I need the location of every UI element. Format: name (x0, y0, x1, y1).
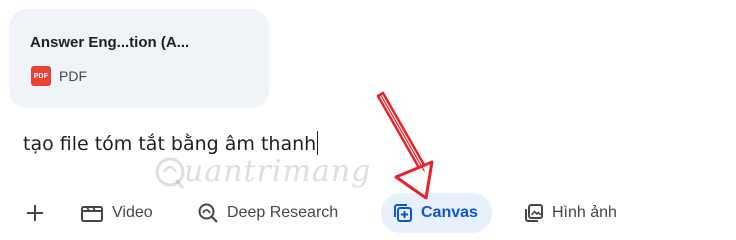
text-caret (317, 131, 319, 155)
canvas-label: Canvas (421, 204, 478, 221)
image-label: Hình ảnh (552, 204, 617, 221)
red-arrow-annotation (376, 91, 434, 200)
pdf-icon: PDF (31, 66, 51, 86)
image-icon (525, 204, 543, 222)
image-button[interactable]: Hình ảnh (524, 193, 617, 233)
video-button[interactable]: Video (80, 193, 153, 233)
watermark-text: uantrimang (184, 154, 372, 189)
deep-research-label: Deep Research (227, 204, 339, 221)
prompt-text: tạo file tóm tắt bằng âm thanh (23, 133, 317, 155)
attachment-card[interactable]: Answer Eng...tion (A... PDF PDF (9, 9, 269, 108)
attachment-file-type: PDF (59, 68, 87, 84)
video-icon (81, 206, 103, 222)
prompt-input[interactable]: tạo file tóm tắt bằng âm thanh (23, 131, 319, 155)
watermark-logo-icon (155, 157, 185, 189)
add-button[interactable] (22, 193, 48, 233)
toolbar: Video Deep Research Canvas Hình ảnh (0, 193, 736, 233)
deep-research-button[interactable]: Deep Research (197, 193, 338, 233)
deep-research-icon (198, 203, 218, 223)
canvas-icon (394, 204, 412, 222)
add-icon (27, 205, 43, 221)
attachment-title: Answer Eng...tion (A... (30, 34, 190, 51)
video-label: Video (112, 204, 153, 221)
